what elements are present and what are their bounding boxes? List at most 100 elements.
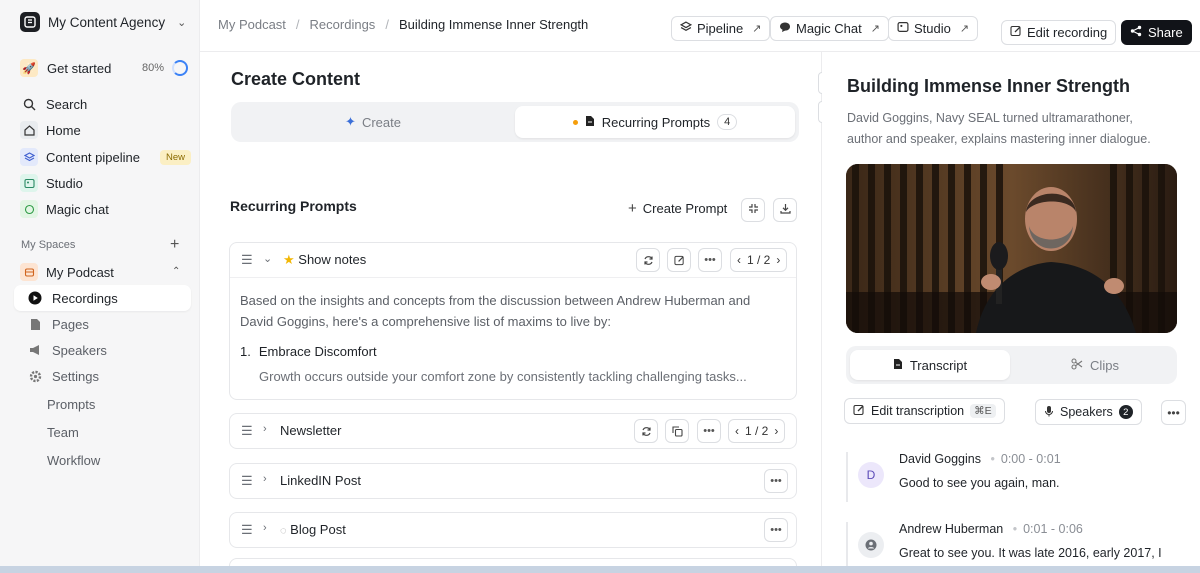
recording-description: David Goggins, Navy SEAL turned ultramar…	[847, 111, 1151, 146]
chevron-right-icon[interactable]: ›	[263, 473, 267, 485]
collapse-icon	[748, 203, 759, 217]
chevron-right-icon[interactable]: ›	[263, 423, 267, 435]
sidebar-item-search[interactable]: Search	[20, 91, 192, 117]
breadcrumb-podcast[interactable]: My Podcast	[218, 17, 286, 32]
refresh-icon	[643, 255, 653, 265]
breadcrumb-separator: /	[385, 17, 389, 32]
scissors-icon	[1071, 357, 1083, 373]
loading-icon: ◌	[280, 525, 287, 537]
get-started-item[interactable]: 🚀 Get started 80%	[20, 55, 190, 81]
podcast-icon	[20, 263, 38, 281]
drag-handle-icon[interactable]: ☰	[241, 252, 253, 268]
workspace-switcher[interactable]: My Content Agency ⌄	[20, 10, 186, 34]
tab-transcript[interactable]: Transcript	[850, 350, 1010, 380]
sidebar-item-home[interactable]: Home	[20, 117, 192, 143]
home-icon	[20, 121, 38, 139]
more-dots-icon: •••	[704, 254, 716, 266]
sidebar-item-label: Content pipeline	[46, 149, 140, 165]
edit-transcription-button[interactable]: Edit transcription ⌘E	[844, 398, 1005, 424]
chevron-left-icon[interactable]: ‹	[735, 424, 739, 438]
window-bottom-edge	[0, 566, 1200, 573]
add-space-button[interactable]: +	[170, 236, 179, 254]
sidebar-item-magic-chat[interactable]: Magic chat	[20, 196, 192, 222]
chevron-right-icon[interactable]: ›	[263, 522, 267, 534]
sidebar-item-label: My Podcast	[46, 264, 114, 280]
sidebar-item-content-pipeline[interactable]: Content pipeline New	[20, 144, 192, 170]
workspace-logo-icon	[20, 12, 40, 32]
drag-handle-icon[interactable]: ☰	[241, 473, 253, 489]
prompt-card-header[interactable]: ☰ › ◌ Blog Post •••	[230, 513, 796, 547]
content-mode-tabs: ✦ Create Recurring Prompts 4	[231, 102, 799, 142]
transcript-more-button[interactable]: •••	[1161, 400, 1186, 425]
chevron-up-icon[interactable]: ⌃	[172, 266, 180, 277]
download-button[interactable]	[773, 198, 797, 222]
timestamp: • 0:00 - 0:01	[990, 452, 1060, 466]
create-prompt-button[interactable]: + Create Prompt	[628, 200, 727, 217]
edit-prompt-button[interactable]	[667, 248, 691, 272]
tab-clips[interactable]: Clips	[1016, 350, 1174, 380]
sidebar-item-settings[interactable]: Settings	[26, 363, 198, 389]
sidebar-subitem-workflow[interactable]: Workflow	[47, 453, 100, 468]
sparkle-icon: ✦	[345, 114, 356, 129]
pager-label: 1 / 2	[747, 253, 771, 267]
sidebar-item-pages[interactable]: Pages	[26, 311, 198, 337]
prompt-card-header[interactable]: ☰ ⌄ ★ Show notes ••• ‹ 1 / 2 ›	[230, 243, 796, 277]
prompt-card-show-notes: ☰ ⌄ ★ Show notes ••• ‹ 1 / 2 › Based on …	[229, 242, 797, 400]
video-player[interactable]	[846, 164, 1177, 333]
prompt-card-header[interactable]: ☰ › LinkedIN Post •••	[230, 464, 796, 498]
panel-tabs: Transcript Clips	[846, 346, 1177, 384]
chevron-right-icon[interactable]: ›	[774, 424, 778, 438]
plus-icon: +	[628, 200, 637, 217]
search-icon	[20, 95, 38, 113]
rocket-icon: 🚀	[20, 59, 38, 77]
regenerate-button[interactable]	[636, 248, 660, 272]
tab-create[interactable]: ✦ Create	[231, 102, 515, 142]
collapse-all-button[interactable]	[741, 198, 765, 222]
speakers-button[interactable]: Speakers 2	[1035, 399, 1142, 425]
sidebar-subitem-team[interactable]: Team	[47, 425, 79, 440]
chevron-right-icon[interactable]: ›	[776, 253, 780, 267]
speakers-count-badge: 2	[1118, 405, 1133, 419]
timestamp-text: 0:00 - 0:01	[1000, 452, 1061, 466]
prompt-card-partial	[229, 558, 797, 566]
copy-button[interactable]	[665, 419, 689, 443]
magic-chat-button[interactable]: Magic Chat ↗	[770, 16, 889, 41]
sidebar-item-speakers[interactable]: Speakers	[26, 337, 198, 363]
more-options-button[interactable]: •••	[764, 518, 788, 542]
drag-handle-icon[interactable]: ☰	[241, 423, 253, 439]
chevron-left-icon[interactable]: ‹	[737, 253, 741, 267]
regenerate-button[interactable]	[634, 419, 658, 443]
edit-recording-button[interactable]: Edit recording	[1001, 20, 1117, 45]
sidebar-item-my-podcast[interactable]: My Podcast	[20, 259, 192, 285]
sidebar-item-label: Settings	[52, 368, 99, 384]
breadcrumb-recordings[interactable]: Recordings	[310, 17, 376, 32]
sidebar-item-label: Search	[46, 96, 88, 112]
chevron-down-icon[interactable]: ⌄	[263, 252, 272, 265]
sidebar-subitem-prompts[interactable]: Prompts	[47, 397, 95, 412]
prompt-card-newsletter: ☰ › Newsletter ••• ‹ 1 / 2 ›	[229, 413, 797, 449]
user-avatar-icon	[858, 532, 884, 558]
sidebar-item-studio[interactable]: Studio	[20, 170, 192, 196]
external-arrow-icon: ↗	[959, 23, 970, 35]
more-options-button[interactable]: •••	[698, 248, 722, 272]
transcript-utterance[interactable]: Andrew Huberman • 0:01 - 0:06 Great to se…	[846, 522, 1186, 572]
tab-recurring-prompts[interactable]: Recurring Prompts 4	[515, 106, 795, 138]
prompt-card-title: ◌ Blog Post	[280, 522, 346, 537]
layers-icon	[679, 21, 693, 36]
megaphone-icon	[26, 341, 44, 359]
share-button[interactable]: Share	[1121, 20, 1192, 45]
more-options-button[interactable]: •••	[697, 419, 721, 443]
version-pager: ‹ 1 / 2 ›	[728, 419, 786, 443]
edit-icon	[853, 404, 865, 419]
prompt-card-header[interactable]: ☰ › Newsletter ••• ‹ 1 / 2 ›	[230, 414, 796, 448]
transcript-utterance[interactable]: D David Goggins • 0:00 - 0:01 Good to see…	[846, 452, 1186, 504]
layers-icon	[20, 148, 38, 166]
recording-title: Building Immense Inner Strength	[847, 76, 1131, 96]
pipeline-button[interactable]: Pipeline ↗	[671, 16, 771, 41]
sidebar-item-recordings[interactable]: Recordings	[14, 285, 191, 311]
create-prompt-label: Create Prompt	[642, 201, 728, 216]
studio-button[interactable]: Studio ↗	[888, 16, 979, 41]
drag-handle-icon[interactable]: ☰	[241, 522, 253, 538]
more-options-button[interactable]: •••	[764, 469, 788, 493]
keyboard-shortcut: ⌘E	[970, 404, 996, 418]
